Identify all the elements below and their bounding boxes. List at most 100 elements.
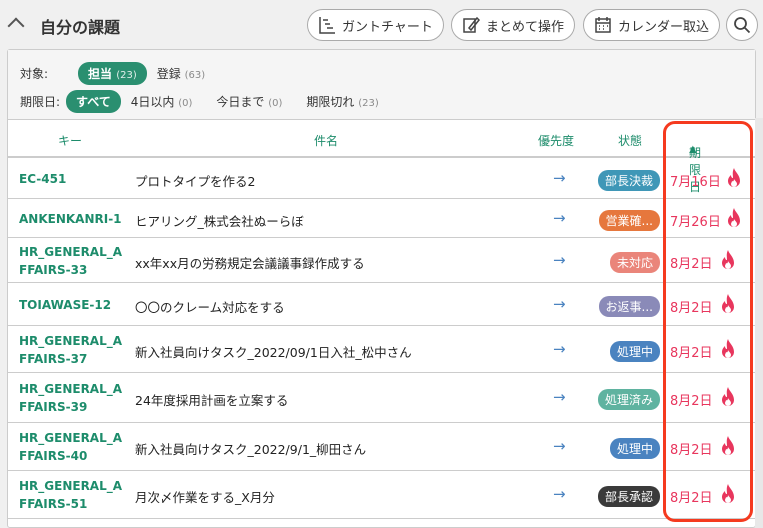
col-priority[interactable]: 優先度 — [538, 132, 574, 149]
issue-key-text: EC-451 — [19, 171, 67, 186]
status-badge: 処理済み — [597, 389, 660, 410]
due-date: 8月2日 — [670, 443, 713, 458]
issue-subject[interactable]: 〇〇のクレーム対応をする — [135, 297, 285, 316]
issue-key-link[interactable]: ANKENKANRI-1 — [19, 210, 129, 228]
bulk-action-button[interactable]: まとめて操作 — [451, 9, 576, 41]
issue-table: EC-451 プロトタイプを作る2 → 部長決裁 7月16日 ANKENKANR… — [8, 158, 755, 519]
filter-label: 4日以内 — [130, 95, 175, 109]
due-date: 8月2日 — [670, 394, 713, 409]
table-row[interactable]: HR_GENERAL_AFFAIRS-33 xx年xx月の労務規定会議議事録作成… — [8, 238, 755, 283]
table-row[interactable]: HR_GENERAL_AFFAIRS-37 新入社員向けタスク_2022/09/… — [8, 326, 755, 373]
filter-within-4-days[interactable]: 4日以内 (0) — [131, 93, 193, 110]
filter-label: 期限切れ — [306, 95, 355, 109]
table-row[interactable]: HR_GENERAL_AFFAIRS-39 24年度採用計画を立案する → 処理… — [8, 373, 755, 423]
priority-normal-icon: → — [553, 294, 566, 313]
header: 自分の課題 ガントチャート まとめて操作 カレンダー取込 — [0, 0, 763, 48]
due-date: 8月2日 — [670, 300, 713, 316]
bulk-label: まとめて操作 — [486, 19, 565, 35]
issue-subject[interactable]: xx年xx月の労務規定会議議事録作成する — [135, 253, 365, 272]
gantt-icon — [319, 17, 335, 34]
edit-icon — [463, 16, 480, 33]
issues-panel: 対象: 担当 (23) 登録 (63) 期限日: すべて 4日以内 (0) 今日… — [7, 49, 756, 528]
col-subject[interactable]: 件名 — [314, 132, 338, 149]
issue-key-link[interactable]: TOIAWASE-12 — [19, 296, 129, 314]
issue-subject[interactable]: 24年度採用計画を立案する — [135, 390, 288, 409]
collapse-chevron-icon[interactable] — [7, 17, 25, 35]
filter-label: 登録 — [156, 67, 181, 81]
due-date: 8月2日 — [670, 491, 713, 506]
priority-normal-icon: → — [553, 208, 566, 227]
calendar-label: カレンダー取込 — [618, 19, 710, 35]
priority-normal-icon: → — [553, 250, 566, 269]
fire-icon — [720, 387, 736, 410]
table-row[interactable]: HR_GENERAL_AFFAIRS-40 新入社員向けタスク_2022/9/1… — [8, 423, 755, 471]
issue-subject[interactable]: 月次〆作業をする_X月分 — [135, 487, 275, 506]
fire-icon — [720, 293, 736, 317]
col-key[interactable]: キー — [58, 132, 82, 149]
priority-normal-icon: → — [553, 485, 566, 503]
priority-normal-icon: → — [553, 339, 566, 358]
table-row[interactable]: HR_GENERAL_AFFAIRS-51 月次〆作業をする_X月分 → 部長承… — [8, 471, 755, 519]
issue-subject[interactable]: 新入社員向けタスク_2022/9/1_柳田さん — [135, 439, 366, 458]
priority-normal-icon: → — [553, 437, 566, 455]
filter-count: (23) — [358, 98, 379, 109]
due-date: 8月2日 — [670, 256, 713, 272]
search-button[interactable] — [726, 9, 758, 41]
gantt-chart-button[interactable]: ガントチャート — [307, 9, 444, 41]
status-badge: 処理中 — [609, 438, 660, 459]
filter-count: (63) — [184, 70, 206, 81]
calendar-import-button[interactable]: カレンダー取込 — [583, 9, 721, 41]
fire-icon — [726, 167, 742, 191]
search-icon — [734, 17, 751, 34]
calendar-icon — [595, 17, 611, 33]
issue-subject[interactable]: プロトタイプを作る2 — [135, 171, 255, 190]
issue-key-text: HR_GENERAL_AFFAIRS-33 — [19, 244, 123, 277]
gantt-label: ガントチャート — [342, 19, 433, 35]
filter-label: 担当 — [88, 67, 113, 81]
issue-subject[interactable]: ヒアリング_株式会社ぬーらぼ — [135, 211, 304, 230]
table-row[interactable]: EC-451 プロトタイプを作る2 → 部長決裁 7月16日 — [8, 158, 755, 199]
status-badge: 部長承認 — [597, 486, 660, 507]
scrollbar[interactable] — [755, 118, 763, 528]
issue-key-text: HR_GENERAL_AFFAIRS-40 — [19, 431, 123, 463]
fire-icon — [720, 249, 736, 273]
issue-key-text: HR_GENERAL_AFFAIRS-51 — [19, 479, 123, 511]
table-row[interactable]: ANKENKANRI-1 ヒアリング_株式会社ぬーらぼ → 営業確... 7月2… — [8, 199, 755, 238]
table-row[interactable]: TOIAWASE-12 〇〇のクレーム対応をする → お返事... 8月2日 — [8, 283, 755, 326]
filter-registered[interactable]: 登録 (63) — [157, 65, 205, 82]
priority-normal-icon: → — [553, 168, 566, 187]
col-status[interactable]: 状態 — [618, 132, 642, 149]
issue-key-link[interactable]: HR_GENERAL_AFFAIRS-51 — [19, 477, 129, 513]
filter-overdue[interactable]: 期限切れ (23) — [306, 93, 378, 110]
priority-normal-icon: → — [553, 388, 566, 406]
status-badge: 部長決裁 — [597, 169, 660, 191]
issue-subject[interactable]: 新入社員向けタスク_2022/09/1日入社_松中さん — [135, 342, 412, 361]
due-date: 8月2日 — [670, 345, 713, 361]
fire-icon — [720, 484, 736, 507]
filter-today[interactable]: 今日まで (0) — [216, 93, 282, 110]
issue-key-text: TOIAWASE-12 — [19, 297, 112, 312]
filter-count: (0) — [178, 98, 193, 109]
due-date: 7月26日 — [670, 214, 721, 230]
table-header: キー 件名 優先度 状態 期限日 ▲ — [8, 120, 755, 194]
due-date: 7月16日 — [670, 174, 721, 190]
target-filter: 対象: 担当 (23) 登録 (63) — [20, 62, 219, 85]
issue-key-link[interactable]: HR_GENERAL_AFFAIRS-40 — [19, 429, 129, 465]
issue-key-text: HR_GENERAL_AFFAIRS-39 — [19, 382, 123, 414]
status-badge: 処理中 — [609, 340, 660, 362]
due-filter: 期限日: すべて 4日以内 (0) 今日まで (0) 期限切れ (23) — [20, 90, 393, 113]
filter-assigned[interactable]: 担当 (23) — [78, 62, 147, 85]
issue-key-link[interactable]: HR_GENERAL_AFFAIRS-37 — [19, 332, 129, 368]
status-badge: 営業確... — [598, 209, 660, 231]
issue-key-text: HR_GENERAL_AFFAIRS-37 — [19, 333, 123, 366]
fire-icon — [720, 436, 736, 459]
issue-key-link[interactable]: HR_GENERAL_AFFAIRS-33 — [19, 243, 129, 279]
fire-icon — [726, 207, 742, 231]
status-badge: お返事... — [598, 295, 660, 317]
filters: 対象: 担当 (23) 登録 (63) 期限日: すべて 4日以内 (0) 今日… — [8, 50, 755, 120]
filter-all[interactable]: すべて — [66, 90, 121, 113]
issue-key-link[interactable]: EC-451 — [19, 170, 129, 188]
due-label: 期限日: — [20, 95, 61, 109]
issue-key-link[interactable]: HR_GENERAL_AFFAIRS-39 — [19, 380, 129, 416]
filter-count: (0) — [268, 98, 283, 109]
